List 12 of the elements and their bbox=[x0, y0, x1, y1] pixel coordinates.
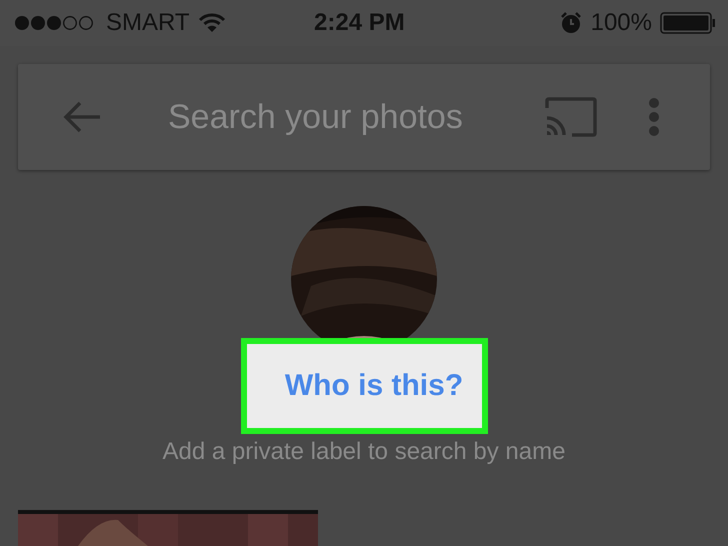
more-options-icon[interactable] bbox=[648, 97, 660, 137]
search-field[interactable]: Search your photos bbox=[168, 98, 544, 136]
cast-icon[interactable] bbox=[544, 96, 598, 138]
carrier-name: SMART bbox=[106, 9, 190, 37]
hint-text: Add a private label to search by name bbox=[162, 438, 566, 466]
wifi-icon bbox=[198, 13, 226, 33]
battery-icon bbox=[660, 12, 716, 34]
clock-time: 2:24 PM bbox=[314, 9, 405, 37]
who-is-this-button[interactable]: Who is this? bbox=[240, 338, 488, 434]
battery-percent: 100% bbox=[590, 9, 652, 37]
back-arrow-icon[interactable] bbox=[62, 100, 102, 134]
alarm-icon bbox=[558, 11, 583, 35]
